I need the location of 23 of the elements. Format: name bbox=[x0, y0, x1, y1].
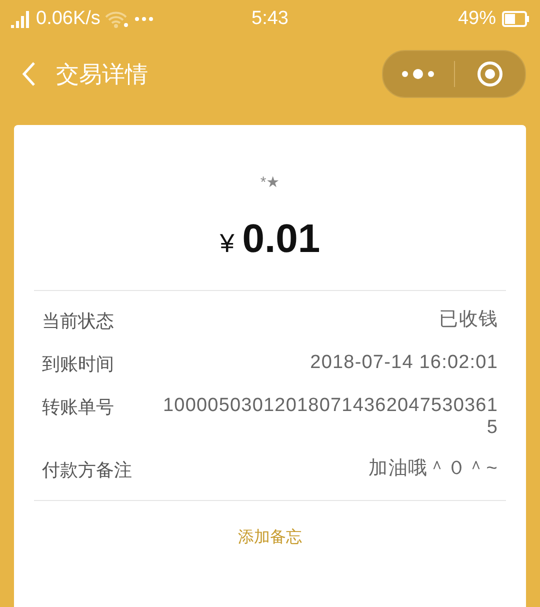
detail-value: 2018-07-14 16:02:01 bbox=[310, 352, 498, 374]
back-icon bbox=[22, 61, 36, 87]
network-speed: 0.06K/s bbox=[36, 8, 100, 30]
signal-icon bbox=[10, 9, 32, 29]
payer-name: *★ bbox=[260, 173, 280, 191]
page-title: 交易详情 bbox=[56, 60, 149, 88]
detail-value: 加油哦＾０＾~ bbox=[368, 458, 498, 480]
detail-label: 转账单号 bbox=[42, 396, 114, 419]
detail-label: 付款方备注 bbox=[42, 459, 132, 482]
battery-percent: 49% bbox=[458, 8, 496, 30]
detail-label: 到账时间 bbox=[42, 353, 114, 376]
battery-icon bbox=[502, 11, 530, 27]
amount: 0.01 bbox=[242, 217, 320, 262]
target-icon bbox=[476, 60, 504, 88]
detail-value: 已收钱 bbox=[439, 309, 498, 331]
more-icon bbox=[400, 68, 436, 80]
detail-label: 当前状态 bbox=[42, 310, 114, 333]
more-icon bbox=[134, 16, 154, 22]
clock-time: 5:43 bbox=[252, 8, 288, 29]
detail-value: 1000050301201807143620475303615 bbox=[162, 395, 498, 439]
add-memo-link[interactable]: 添加备忘 bbox=[238, 527, 302, 548]
currency-symbol: ¥ bbox=[220, 228, 234, 259]
wifi-icon bbox=[104, 9, 130, 29]
